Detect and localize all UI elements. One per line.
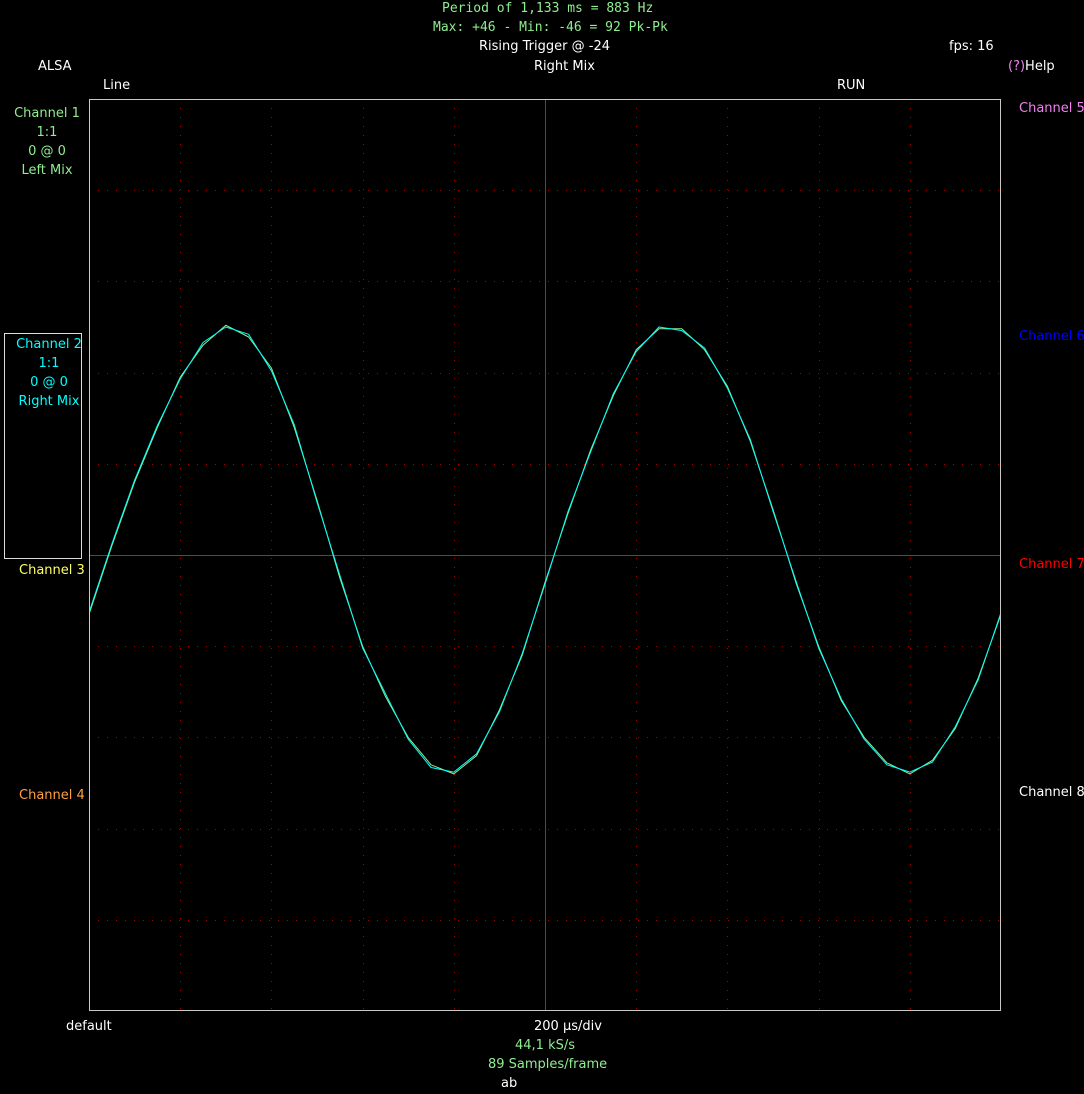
run-status[interactable]: RUN (837, 78, 865, 93)
channel-5-label[interactable]: Channel 5 (1019, 101, 1084, 116)
channel-1-name: Channel 1 (14, 106, 80, 121)
channel-7-label[interactable]: Channel 7 (1019, 557, 1084, 572)
trigger-channel-label[interactable]: Right Mix (534, 59, 595, 74)
line-label[interactable]: Line (103, 78, 130, 93)
channel-1-offset: 0 @ 0 (28, 144, 66, 159)
scope-display[interactable] (89, 99, 1001, 1011)
trigger-label[interactable]: Rising Trigger @ -24 (479, 39, 610, 54)
channel-6-label[interactable]: Channel 6 (1019, 329, 1084, 344)
channel-1-block[interactable]: Channel 1 1:1 0 @ 0 Left Mix (10, 104, 84, 180)
samples-per-frame-label: 89 Samples/frame (488, 1057, 608, 1072)
channel-2-scale: 1:1 (38, 356, 60, 371)
period-readout: Period of 1,133 ms = 883 Hz (442, 1, 654, 16)
channel-2-offset: 0 @ 0 (30, 375, 68, 390)
channel-1-source: Left Mix (21, 163, 73, 178)
channel-3-label[interactable]: Channel 3 (19, 563, 85, 578)
max-min-readout: Max: +46 - Min: -46 = 92 Pk-Pk (433, 20, 668, 35)
channel-4-label[interactable]: Channel 4 (19, 788, 85, 803)
fps-readout: fps: 16 (949, 39, 994, 54)
channel-2-source: Right Mix (18, 394, 80, 409)
mode-label[interactable]: ab (501, 1076, 517, 1091)
channel-1-scale: 1:1 (36, 125, 58, 140)
help-label: Help (1025, 59, 1055, 74)
preset-label[interactable]: default (66, 1019, 112, 1034)
channel-2-block[interactable]: Channel 2 1:1 0 @ 0 Right Mix (10, 335, 88, 411)
timebase-label[interactable]: 200 µs/div (534, 1019, 602, 1034)
scope-cursors[interactable] (89, 99, 1001, 1011)
help-button[interactable]: (?)Help (1008, 59, 1055, 74)
sample-rate-label: 44,1 kS/s (515, 1038, 576, 1053)
channel-2-name: Channel 2 (16, 337, 82, 352)
channel-8-label[interactable]: Channel 8 (1019, 785, 1084, 800)
help-key: (?) (1008, 59, 1026, 74)
source-label[interactable]: ALSA (38, 59, 72, 74)
